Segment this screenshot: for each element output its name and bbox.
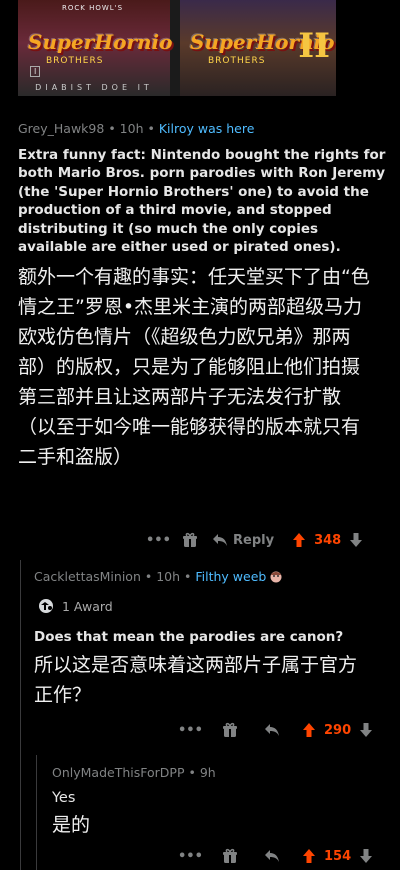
- upvote-icon[interactable]: [302, 722, 316, 738]
- comment-2-username[interactable]: CacklettasMinion: [34, 569, 141, 584]
- comment-3-body-en: Yes: [52, 790, 76, 806]
- comment-1-body-en: Extra funny fact: Nintendo bought the ri…: [18, 147, 386, 256]
- more-icon[interactable]: •••: [146, 533, 171, 548]
- comment-3-score: 154: [324, 848, 352, 864]
- cover1-caption: DIABIST DOE IT: [35, 83, 153, 92]
- gift-icon[interactable]: [182, 532, 198, 548]
- upvote-icon[interactable]: [292, 532, 306, 548]
- cover-image-2: SuperHornio BROTHERS II: [180, 0, 336, 96]
- thread-line-2[interactable]: [36, 755, 37, 870]
- thread-line-1[interactable]: [20, 560, 21, 870]
- comment-1-flair: Kilroy was here: [158, 121, 255, 136]
- comment-3-actions: ••• 154: [178, 846, 386, 866]
- comment-1-meta: Grey_Hawk98 • 10h • Kilroy was here: [18, 121, 255, 136]
- comment-2-flair: Filthy weeb: [195, 569, 267, 584]
- more-icon[interactable]: •••: [178, 849, 203, 864]
- reply-icon[interactable]: [264, 849, 280, 863]
- gift-icon[interactable]: [222, 848, 238, 864]
- reply-label: Reply: [233, 532, 275, 548]
- comment-3-body-zh: 是的: [52, 814, 91, 836]
- reply-icon[interactable]: [264, 723, 280, 737]
- cover1-tag: Ⅰ: [30, 66, 41, 77]
- comment-1-score: 348: [314, 532, 342, 548]
- cover1-title: SuperHornio: [28, 30, 173, 54]
- comment-2-body-en: Does that mean the parodies are canon?: [34, 629, 344, 645]
- award-icon: [36, 598, 56, 614]
- comment-2-score: 290: [324, 722, 352, 738]
- comment-1-username[interactable]: Grey_Hawk98: [18, 121, 104, 136]
- reply-button[interactable]: Reply: [212, 533, 274, 548]
- cover1-subtitle: BROTHERS: [46, 56, 104, 66]
- comment-2-meta: CacklettasMinion • 10h • Filthy weeb: [34, 569, 282, 584]
- downvote-icon[interactable]: [359, 848, 373, 864]
- reply-icon: [213, 534, 227, 546]
- post-image[interactable]: ROCK HOWL'S SuperHornio BROTHERS Ⅰ DIABI…: [18, 0, 336, 96]
- cover-image-1: ROCK HOWL'S SuperHornio BROTHERS Ⅰ DIABI…: [18, 0, 173, 96]
- cover1-top-text: ROCK HOWL'S: [62, 4, 124, 12]
- avatar-flair-icon: [270, 571, 282, 583]
- cover2-subtitle: BROTHERS: [208, 56, 266, 66]
- downvote-icon[interactable]: [359, 722, 373, 738]
- comment-2-body-zh: 所以这是否意味着这两部片子属于官方正作？: [34, 654, 358, 706]
- comment-2-time: 10h: [156, 569, 181, 584]
- downvote-icon[interactable]: [349, 532, 363, 548]
- comment-1-actions: ••• Reply 348: [146, 530, 386, 550]
- more-icon[interactable]: •••: [178, 723, 203, 738]
- upvote-icon[interactable]: [302, 848, 316, 864]
- award-label: 1 Award: [62, 598, 113, 614]
- comment-1-body-zh: 额外一个有趣的事实：任天堂买下了由“色情之王”罗恩•杰里米主演的两部超级马力欧戏…: [18, 266, 370, 468]
- comment-3-time: 9h: [199, 765, 216, 780]
- comment-3-meta: OnlyMadeThisForDPP • 9h: [52, 765, 216, 780]
- gift-icon[interactable]: [222, 722, 238, 738]
- comment-3-username[interactable]: OnlyMadeThisForDPP: [52, 765, 184, 780]
- cover2-number: II: [298, 26, 330, 66]
- comment-2-actions: ••• 290: [178, 720, 386, 740]
- award-badge[interactable]: 1 Award: [36, 598, 113, 614]
- comment-1-time: 10h: [119, 121, 144, 136]
